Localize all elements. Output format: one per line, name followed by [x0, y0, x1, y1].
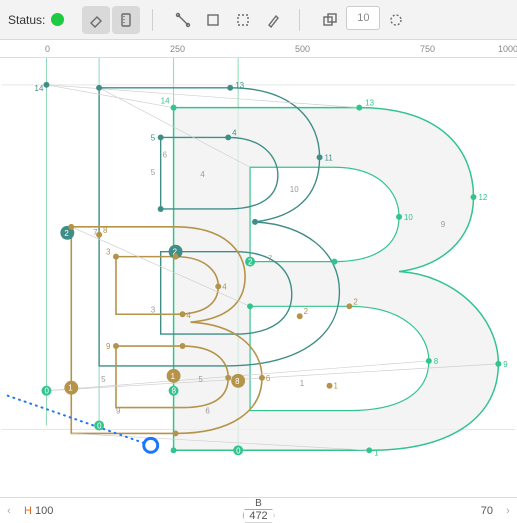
layers-tool-button[interactable]: [316, 6, 344, 34]
pen-icon: [175, 12, 191, 28]
selection-tool-button[interactable]: [229, 6, 257, 34]
lsb-metric[interactable]: H 100: [24, 505, 53, 517]
svg-text:9: 9: [503, 360, 508, 369]
svg-text:13: 13: [235, 81, 244, 90]
ruler-horizontal: 0 250 500 750 1000: [0, 40, 517, 58]
ruler-icon: [118, 12, 134, 28]
brush-icon: [265, 12, 281, 28]
status-label: Status:: [8, 13, 45, 27]
svg-text:6: 6: [205, 407, 210, 416]
svg-text:14: 14: [161, 97, 170, 106]
svg-text:9: 9: [116, 407, 121, 416]
canvas-area[interactable]: 0 250 500 750 1000: [0, 40, 517, 495]
ruler-tick: 750: [420, 44, 435, 54]
ruler-tool-button[interactable]: [112, 6, 140, 34]
svg-text:1: 1: [333, 382, 338, 391]
ring-icon: [388, 12, 404, 28]
glyph-artboard[interactable]: 14 13 12 9 1 0 0 0 8 10 2 8: [0, 58, 517, 495]
svg-text:2: 2: [304, 307, 309, 316]
svg-text:8: 8: [103, 226, 108, 235]
ruler-tick: 250: [170, 44, 185, 54]
svg-text:1: 1: [171, 372, 176, 381]
main-toolbar: Status:: [0, 0, 517, 40]
svg-text:4: 4: [186, 311, 191, 320]
svg-text:7: 7: [268, 255, 273, 264]
svg-text:8: 8: [172, 387, 177, 396]
prev-glyph-button[interactable]: ‹: [0, 505, 18, 517]
svg-text:8: 8: [434, 357, 439, 366]
rsb-metric[interactable]: 70: [481, 505, 493, 517]
master-outline-green: [174, 108, 499, 451]
ruler-tick: 0: [45, 44, 50, 54]
svg-text:10: 10: [404, 213, 413, 222]
svg-text:9: 9: [441, 220, 446, 229]
glyph-name: B: [242, 499, 274, 509]
svg-text:4: 4: [232, 128, 237, 137]
svg-text:0: 0: [97, 421, 102, 430]
svg-text:13: 13: [365, 99, 374, 108]
svg-text:5: 5: [151, 168, 156, 177]
svg-text:1: 1: [300, 379, 305, 388]
grid-step-input[interactable]: [346, 6, 380, 30]
layers-icon: [322, 12, 338, 28]
ruler-tick: 1000: [498, 44, 517, 54]
toolbar-divider: [152, 9, 153, 31]
svg-text:0: 0: [236, 446, 241, 455]
svg-text:11: 11: [325, 153, 334, 162]
dashed-rect-icon: [235, 12, 251, 28]
brush-tool-button[interactable]: [259, 6, 287, 34]
svg-text:3: 3: [151, 305, 156, 314]
status-dot-icon: [51, 13, 64, 26]
svg-text:5: 5: [198, 375, 203, 384]
svg-text:0: 0: [44, 387, 49, 396]
active-selection-handle[interactable]: [8, 396, 158, 453]
next-glyph-button[interactable]: ›: [499, 505, 517, 517]
ring-tool-button[interactable]: [382, 6, 410, 34]
svg-text:2: 2: [64, 229, 69, 238]
rsb-value: 70: [481, 505, 493, 517]
rectangle-icon: [205, 12, 221, 28]
svg-text:5: 5: [151, 133, 156, 142]
svg-text:4: 4: [222, 282, 227, 291]
svg-text:9: 9: [106, 342, 111, 351]
h-label: H: [24, 505, 32, 517]
svg-text:14: 14: [35, 84, 44, 93]
ruler-tick: 500: [295, 44, 310, 54]
svg-text:4: 4: [200, 170, 205, 179]
status-indicator: Status:: [8, 13, 64, 27]
svg-text:10: 10: [290, 185, 299, 194]
pen-tool-button[interactable]: [169, 6, 197, 34]
svg-text:3: 3: [106, 248, 111, 257]
eraser-icon: [88, 12, 104, 28]
eraser-tool-button[interactable]: [82, 6, 110, 34]
glyph-canvas[interactable]: 14 13 12 9 1 0 0 0 8 10 2 8: [0, 58, 517, 495]
status-bar: ‹ H 100 B 472 70 ›: [0, 497, 517, 523]
svg-text:6: 6: [266, 374, 271, 383]
svg-text:12: 12: [478, 193, 487, 202]
svg-text:6: 6: [163, 150, 168, 159]
svg-text:1: 1: [374, 448, 379, 457]
h-value: 100: [35, 505, 53, 517]
svg-text:7: 7: [93, 228, 98, 237]
advance-width-input[interactable]: 472: [242, 509, 274, 523]
svg-text:5: 5: [101, 375, 106, 384]
toolbar-divider: [299, 9, 300, 31]
rectangle-tool-button[interactable]: [199, 6, 227, 34]
svg-text:2: 2: [353, 297, 358, 306]
svg-text:8: 8: [235, 377, 240, 386]
svg-text:2: 2: [248, 258, 253, 267]
svg-text:1: 1: [68, 384, 73, 393]
